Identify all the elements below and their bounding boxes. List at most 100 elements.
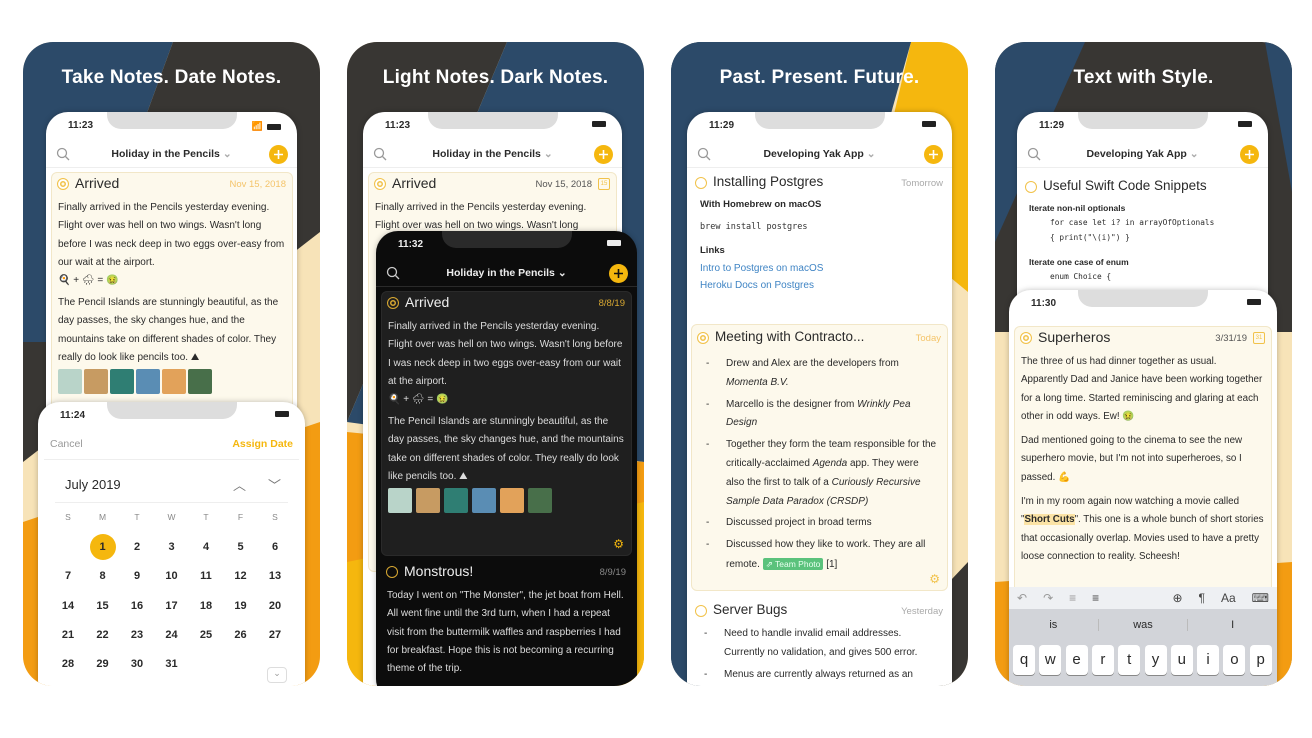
note-paragraph[interactable]: I'm in my room again now watching a movi… (1015, 493, 1271, 566)
note-paragraph[interactable]: Dad mentioned going to the cinema to see… (1015, 432, 1271, 487)
thumbnail[interactable] (84, 369, 108, 395)
note-status-icon[interactable] (1025, 181, 1037, 193)
key-p[interactable]: p (1249, 645, 1272, 675)
outdent-icon[interactable]: ≡ (1069, 591, 1076, 605)
calendar-day[interactable]: 18 (191, 593, 221, 619)
note-status-icon[interactable] (386, 566, 398, 578)
note-date[interactable]: Yesterday (901, 606, 943, 617)
calendar-day[interactable]: 2 (122, 534, 152, 560)
note-date[interactable]: Nov 15, 2018 (229, 179, 286, 190)
note-card[interactable]: Arrived 8/8/19 Finally arrived in the Pen… (381, 291, 632, 556)
cancel-button[interactable]: Cancel (50, 438, 83, 450)
notebook-title[interactable]: Holiday in the Pencils ⌄ (46, 148, 297, 160)
calendar-day[interactable]: 14 (53, 593, 83, 619)
calendar-day[interactable]: 27 (260, 622, 290, 648)
add-note-icon[interactable] (609, 264, 628, 283)
calendar-icon[interactable]: 15 (598, 178, 610, 190)
calendar-day[interactable]: 7 (53, 563, 83, 589)
assign-date-button[interactable]: Assign Date (232, 438, 293, 450)
calendar-day[interactable]: 11 (191, 563, 221, 589)
note-status-icon[interactable] (695, 605, 707, 617)
thumbnail[interactable] (500, 488, 524, 514)
calendar-day[interactable]: 26 (226, 622, 256, 648)
note-status-icon[interactable] (697, 332, 709, 344)
suggestion[interactable]: was (1097, 619, 1188, 631)
link[interactable]: Intro to Postgres on macOS (690, 256, 949, 274)
thumbnail[interactable] (472, 488, 496, 514)
key-o[interactable]: o (1223, 645, 1246, 675)
indent-icon[interactable]: ≡ (1092, 591, 1099, 605)
gear-icon[interactable]: ⚙ (929, 572, 940, 586)
suggestion[interactable]: I (1187, 619, 1277, 631)
key-i[interactable]: i (1197, 645, 1220, 675)
notebook-title[interactable]: Holiday in the Pencils ⌄ (376, 267, 637, 279)
note-status-icon[interactable] (374, 178, 386, 190)
link[interactable]: Heroku Docs on Postgres (690, 274, 949, 291)
suggestion[interactable]: is (1009, 619, 1098, 631)
note-date[interactable]: 8/9/19 (600, 567, 626, 578)
note-date[interactable]: 3/31/19 (1215, 333, 1247, 344)
previous-month-button[interactable]: ︿ (233, 475, 246, 494)
redo-icon[interactable]: ↷ (1043, 591, 1053, 605)
calendar-day[interactable]: 30 (122, 651, 152, 677)
add-note-icon[interactable] (594, 145, 613, 164)
paragraph-icon[interactable]: ¶ (1199, 591, 1205, 605)
note-item[interactable]: Server Bugs Yesterday Need to handle inva… (690, 600, 949, 684)
calendar-day[interactable]: 21 (53, 622, 83, 648)
add-note-icon[interactable] (269, 145, 288, 164)
note-status-icon[interactable] (387, 297, 399, 309)
add-note-icon[interactable] (1240, 145, 1259, 164)
calendar-day[interactable]: 29 (88, 651, 118, 677)
key-t[interactable]: t (1118, 645, 1141, 675)
key-u[interactable]: u (1170, 645, 1193, 675)
calendar-day[interactable]: 1 (89, 534, 116, 560)
calendar-day[interactable]: 13 (260, 563, 290, 589)
note-date[interactable]: Nov 15, 2018 (535, 179, 592, 190)
next-month-button[interactable]: ﹀ (268, 475, 281, 494)
thumbnail[interactable] (528, 488, 552, 514)
note-status-icon[interactable] (1020, 332, 1032, 344)
thumbnail[interactable] (188, 369, 212, 395)
note-date[interactable]: Today (916, 333, 941, 344)
calendar-day[interactable]: 3 (157, 534, 187, 560)
expand-icon[interactable]: ⌄ (267, 667, 287, 683)
thumbnail[interactable] (136, 369, 160, 395)
calendar-day[interactable]: 28 (53, 651, 83, 677)
font-style-icon[interactable]: Aa (1221, 591, 1236, 605)
thumbnail[interactable] (58, 369, 82, 395)
calendar-day[interactable]: 15 (88, 593, 118, 619)
notebook-title[interactable]: Holiday in the Pencils ⌄ (363, 148, 622, 160)
notebook-title[interactable]: Developing Yak App ⌄ (687, 148, 952, 160)
calendar-day[interactable]: 19 (226, 593, 256, 619)
calendar-day[interactable]: 25 (191, 622, 221, 648)
thumbnail[interactable] (162, 369, 186, 395)
calendar-day[interactable]: 17 (157, 593, 187, 619)
calendar-day[interactable]: 20 (260, 593, 290, 619)
calendar-day[interactable]: 6 (260, 534, 290, 560)
text-selection[interactable]: Short Cuts (1024, 514, 1075, 526)
note-status-icon[interactable] (57, 178, 69, 190)
attachment-tag[interactable]: ⇗ Team Photo (762, 557, 824, 570)
calendar-day[interactable]: 8 (88, 563, 118, 589)
note-item[interactable]: Useful Swift Code Snippets Iterate non-n… (1020, 176, 1265, 281)
calendar-day[interactable]: 5 (226, 534, 256, 560)
thumbnail[interactable] (388, 488, 412, 514)
thumbnail[interactable] (110, 369, 134, 395)
calendar-day[interactable]: 10 (157, 563, 187, 589)
note-item[interactable]: Installing Postgres Tomorrow With Homebre… (690, 172, 949, 291)
undo-icon[interactable]: ↶ (1017, 591, 1027, 605)
keyboard-dismiss-icon[interactable]: ⌨ (1252, 591, 1269, 605)
calendar-icon[interactable]: 31 (1253, 332, 1265, 344)
key-w[interactable]: w (1039, 645, 1062, 675)
key-q[interactable]: q (1013, 645, 1035, 675)
key-y[interactable]: y (1144, 645, 1167, 675)
note-card[interactable]: Meeting with Contracto... Today Drew and … (691, 324, 948, 591)
calendar-day[interactable]: 31 (157, 651, 187, 677)
gear-icon[interactable]: ⚙ (613, 537, 624, 551)
add-note-icon[interactable] (924, 145, 943, 164)
notebook-title[interactable]: Developing Yak App ⌄ (1017, 148, 1268, 160)
note-date[interactable]: 8/8/19 (599, 298, 625, 309)
note-card[interactable]: Superheros 3/31/19 31 The three of us had … (1014, 326, 1272, 626)
note-item[interactable]: Monstrous! 8/9/19 Today I went on "The Mo… (381, 561, 632, 678)
note-paragraph[interactable]: The three of us had dinner together as u… (1015, 353, 1271, 426)
